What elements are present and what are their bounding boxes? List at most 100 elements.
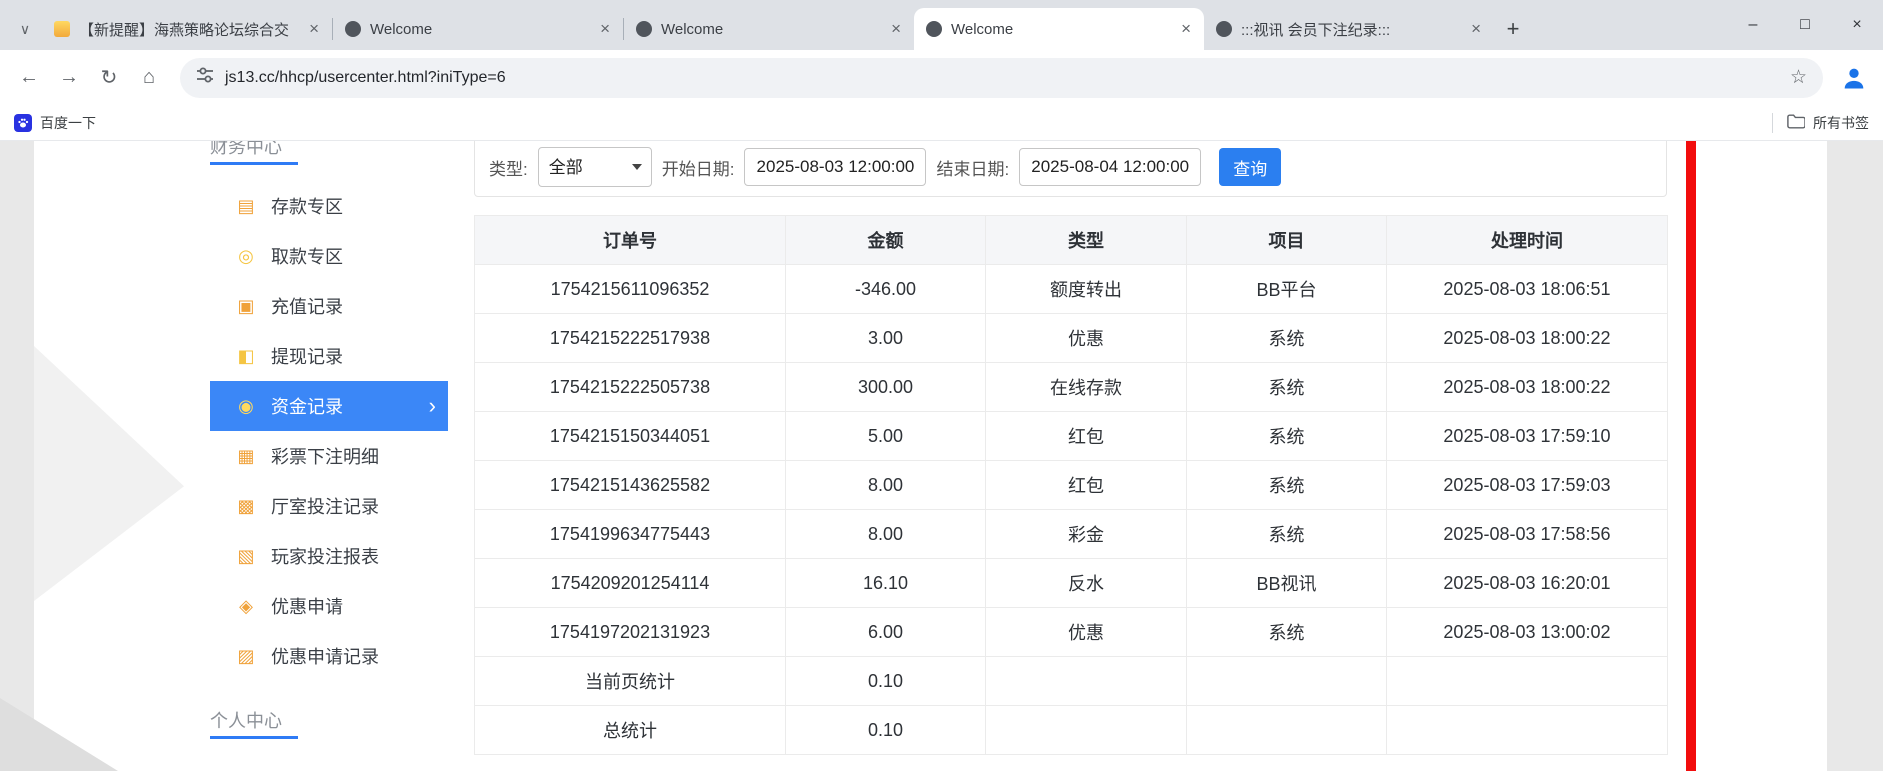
tab-title: Welcome — [661, 21, 879, 38]
table-header-row: 订单号 金额 类型 项目 处理时间 — [475, 216, 1668, 265]
funds-coin-icon: ◉ — [234, 396, 258, 417]
section-underline — [210, 162, 298, 165]
type-label: 类型: — [489, 155, 528, 180]
bookmark-label: 百度一下 — [40, 113, 96, 133]
forward-icon[interactable]: → — [52, 61, 86, 95]
bookmarks-divider — [1772, 113, 1773, 133]
folder-icon — [1787, 114, 1805, 132]
back-icon[interactable]: ← — [12, 61, 46, 95]
globe-favicon — [1216, 21, 1232, 37]
header-order-id: 订单号 — [475, 216, 786, 265]
sidebar-item-label: 彩票下注明细 — [271, 443, 379, 469]
sidebar-item-withdraw-area[interactable]: ◎ 取款专区 — [210, 231, 448, 281]
sidebar-section-finance: 财务中心 — [210, 141, 448, 165]
sidebar-item-label: 取款专区 — [271, 243, 343, 269]
cell-type: 额度转出 — [986, 265, 1187, 314]
section-underline — [210, 736, 298, 739]
sidebar-item-label: 提现记录 — [271, 343, 343, 369]
cell-time: 2025-08-03 18:00:22 — [1387, 314, 1668, 363]
sidebar-item-funds-records[interactable]: ◉ 资金记录 › — [210, 381, 448, 431]
table-row: 1754199634775443 8.00 彩金 系统 2025-08-03 1… — [475, 510, 1668, 559]
all-bookmarks-label[interactable]: 所有书签 — [1813, 113, 1869, 133]
home-icon[interactable]: ⌂ — [132, 61, 166, 95]
page-content: 财务中心 ▤ 存款专区 ◎ 取款专区 ▣ 充值记录 ◧ 提现记录 ◉ 资金记录 … — [0, 141, 1883, 771]
cell-order-id: 1754209201254114 — [475, 559, 786, 608]
table-row: 当前页统计 0.10 — [475, 657, 1668, 706]
cell-type: 红包 — [986, 412, 1187, 461]
table-body: 1754215611096352 -346.00 额度转出 BB平台 2025-… — [475, 265, 1668, 755]
cell-type: 优惠 — [986, 314, 1187, 363]
browser-tab-welcome-active[interactable]: Welcome × — [914, 8, 1204, 50]
header-amount: 金额 — [786, 216, 986, 265]
cell-amount: 6.00 — [786, 608, 986, 657]
cell-order-id: 当前页统计 — [475, 657, 786, 706]
browser-tab-welcome-2[interactable]: Welcome × — [624, 8, 914, 50]
cell-order-id: 总统计 — [475, 706, 786, 755]
cell-project: 系统 — [1187, 461, 1387, 510]
url-text[interactable]: js13.cc/hhcp/usercenter.html?iniType=6 — [225, 69, 1779, 87]
sidebar-item-withdrawal-records[interactable]: ◧ 提现记录 — [210, 331, 448, 381]
start-date-input[interactable] — [744, 148, 926, 186]
new-tab-button[interactable]: + — [1494, 8, 1532, 50]
cell-order-id: 1754199634775443 — [475, 510, 786, 559]
tab-close-icon[interactable]: × — [1468, 19, 1484, 39]
cell-amount: 5.00 — [786, 412, 986, 461]
tab-title: Welcome — [951, 21, 1169, 38]
tab-search-button[interactable]: ∨ — [8, 8, 42, 50]
cell-project — [1187, 706, 1387, 755]
sidebar-item-recharge-records[interactable]: ▣ 充值记录 — [210, 281, 448, 331]
site-settings-icon[interactable] — [196, 66, 214, 89]
tab-close-icon[interactable]: × — [888, 19, 904, 39]
cell-project: 系统 — [1187, 363, 1387, 412]
cell-order-id: 1754197202131923 — [475, 608, 786, 657]
sidebar-item-deposit-area[interactable]: ▤ 存款专区 — [210, 181, 448, 231]
start-date-label: 开始日期: — [662, 155, 735, 180]
decorative-corner-triangle — [0, 698, 118, 771]
search-button[interactable]: 查询 — [1219, 148, 1281, 186]
type-select[interactable]: 全部 — [538, 147, 652, 187]
table-row: 总统计 0.10 — [475, 706, 1668, 755]
browser-tab-video-records[interactable]: :::视讯 会员下注纪录::: × — [1204, 8, 1494, 50]
cell-amount: 300.00 — [786, 363, 986, 412]
cell-amount: 16.10 — [786, 559, 986, 608]
cell-amount: 0.10 — [786, 657, 986, 706]
url-bar[interactable]: js13.cc/hhcp/usercenter.html?iniType=6 ☆ — [180, 58, 1823, 98]
minimize-button[interactable]: – — [1727, 0, 1779, 50]
profile-avatar[interactable] — [1837, 61, 1871, 95]
page-scrollbar[interactable] — [1686, 141, 1696, 771]
tab-title: Welcome — [370, 21, 588, 38]
type-select-wrap: 全部 — [538, 147, 652, 187]
table-row: 1754209201254114 16.10 反水 BB视讯 2025-08-0… — [475, 559, 1668, 608]
sidebar-item-label: 厅室投注记录 — [271, 493, 379, 519]
bookmarks-bar: 百度一下 所有书签 — [0, 105, 1883, 141]
globe-favicon — [636, 21, 652, 37]
tab-close-icon[interactable]: × — [1178, 19, 1194, 39]
sidebar-item-player-bet-report[interactable]: ▧ 玩家投注报表 — [210, 531, 448, 581]
tab-close-icon[interactable]: × — [597, 19, 613, 39]
close-window-button[interactable]: × — [1831, 0, 1883, 50]
sidebar-item-label: 充值记录 — [271, 293, 343, 319]
maximize-button[interactable]: □ — [1779, 0, 1831, 50]
sidebar-item-label: 资金记录 — [271, 393, 343, 419]
bookmark-baidu[interactable]: 百度一下 — [14, 113, 96, 133]
sidebar-item-promo-apply-records[interactable]: ▨ 优惠申请记录 — [210, 631, 448, 681]
tab-close-icon[interactable]: × — [306, 19, 322, 39]
sidebar-item-promo-apply[interactable]: ◈ 优惠申请 — [210, 581, 448, 631]
cell-order-id: 1754215222505738 — [475, 363, 786, 412]
cell-time: 2025-08-03 17:59:03 — [1387, 461, 1668, 510]
reload-icon[interactable]: ↻ — [92, 61, 126, 95]
sidebar-item-hall-bet-records[interactable]: ▩ 厅室投注记录 — [210, 481, 448, 531]
table-row: 1754215143625582 8.00 红包 系统 2025-08-03 1… — [475, 461, 1668, 510]
cell-type: 红包 — [986, 461, 1187, 510]
cell-order-id: 1754215611096352 — [475, 265, 786, 314]
table-row: 1754215222505738 300.00 在线存款 系统 2025-08-… — [475, 363, 1668, 412]
main-panel: 类型: 全部 开始日期: 结束日期: 查询 订单号 金额 — [474, 141, 1667, 755]
bookmark-star-icon[interactable]: ☆ — [1790, 66, 1807, 89]
globe-favicon — [345, 21, 361, 37]
browser-tab-forum[interactable]: 【新提醒】海燕策略论坛综合交 × — [42, 8, 332, 50]
sidebar-item-label: 存款专区 — [271, 193, 343, 219]
end-date-input[interactable] — [1019, 148, 1201, 186]
cell-type: 彩金 — [986, 510, 1187, 559]
sidebar-item-lottery-bet-details[interactable]: ▦ 彩票下注明细 — [210, 431, 448, 481]
browser-tab-welcome-1[interactable]: Welcome × — [333, 8, 623, 50]
